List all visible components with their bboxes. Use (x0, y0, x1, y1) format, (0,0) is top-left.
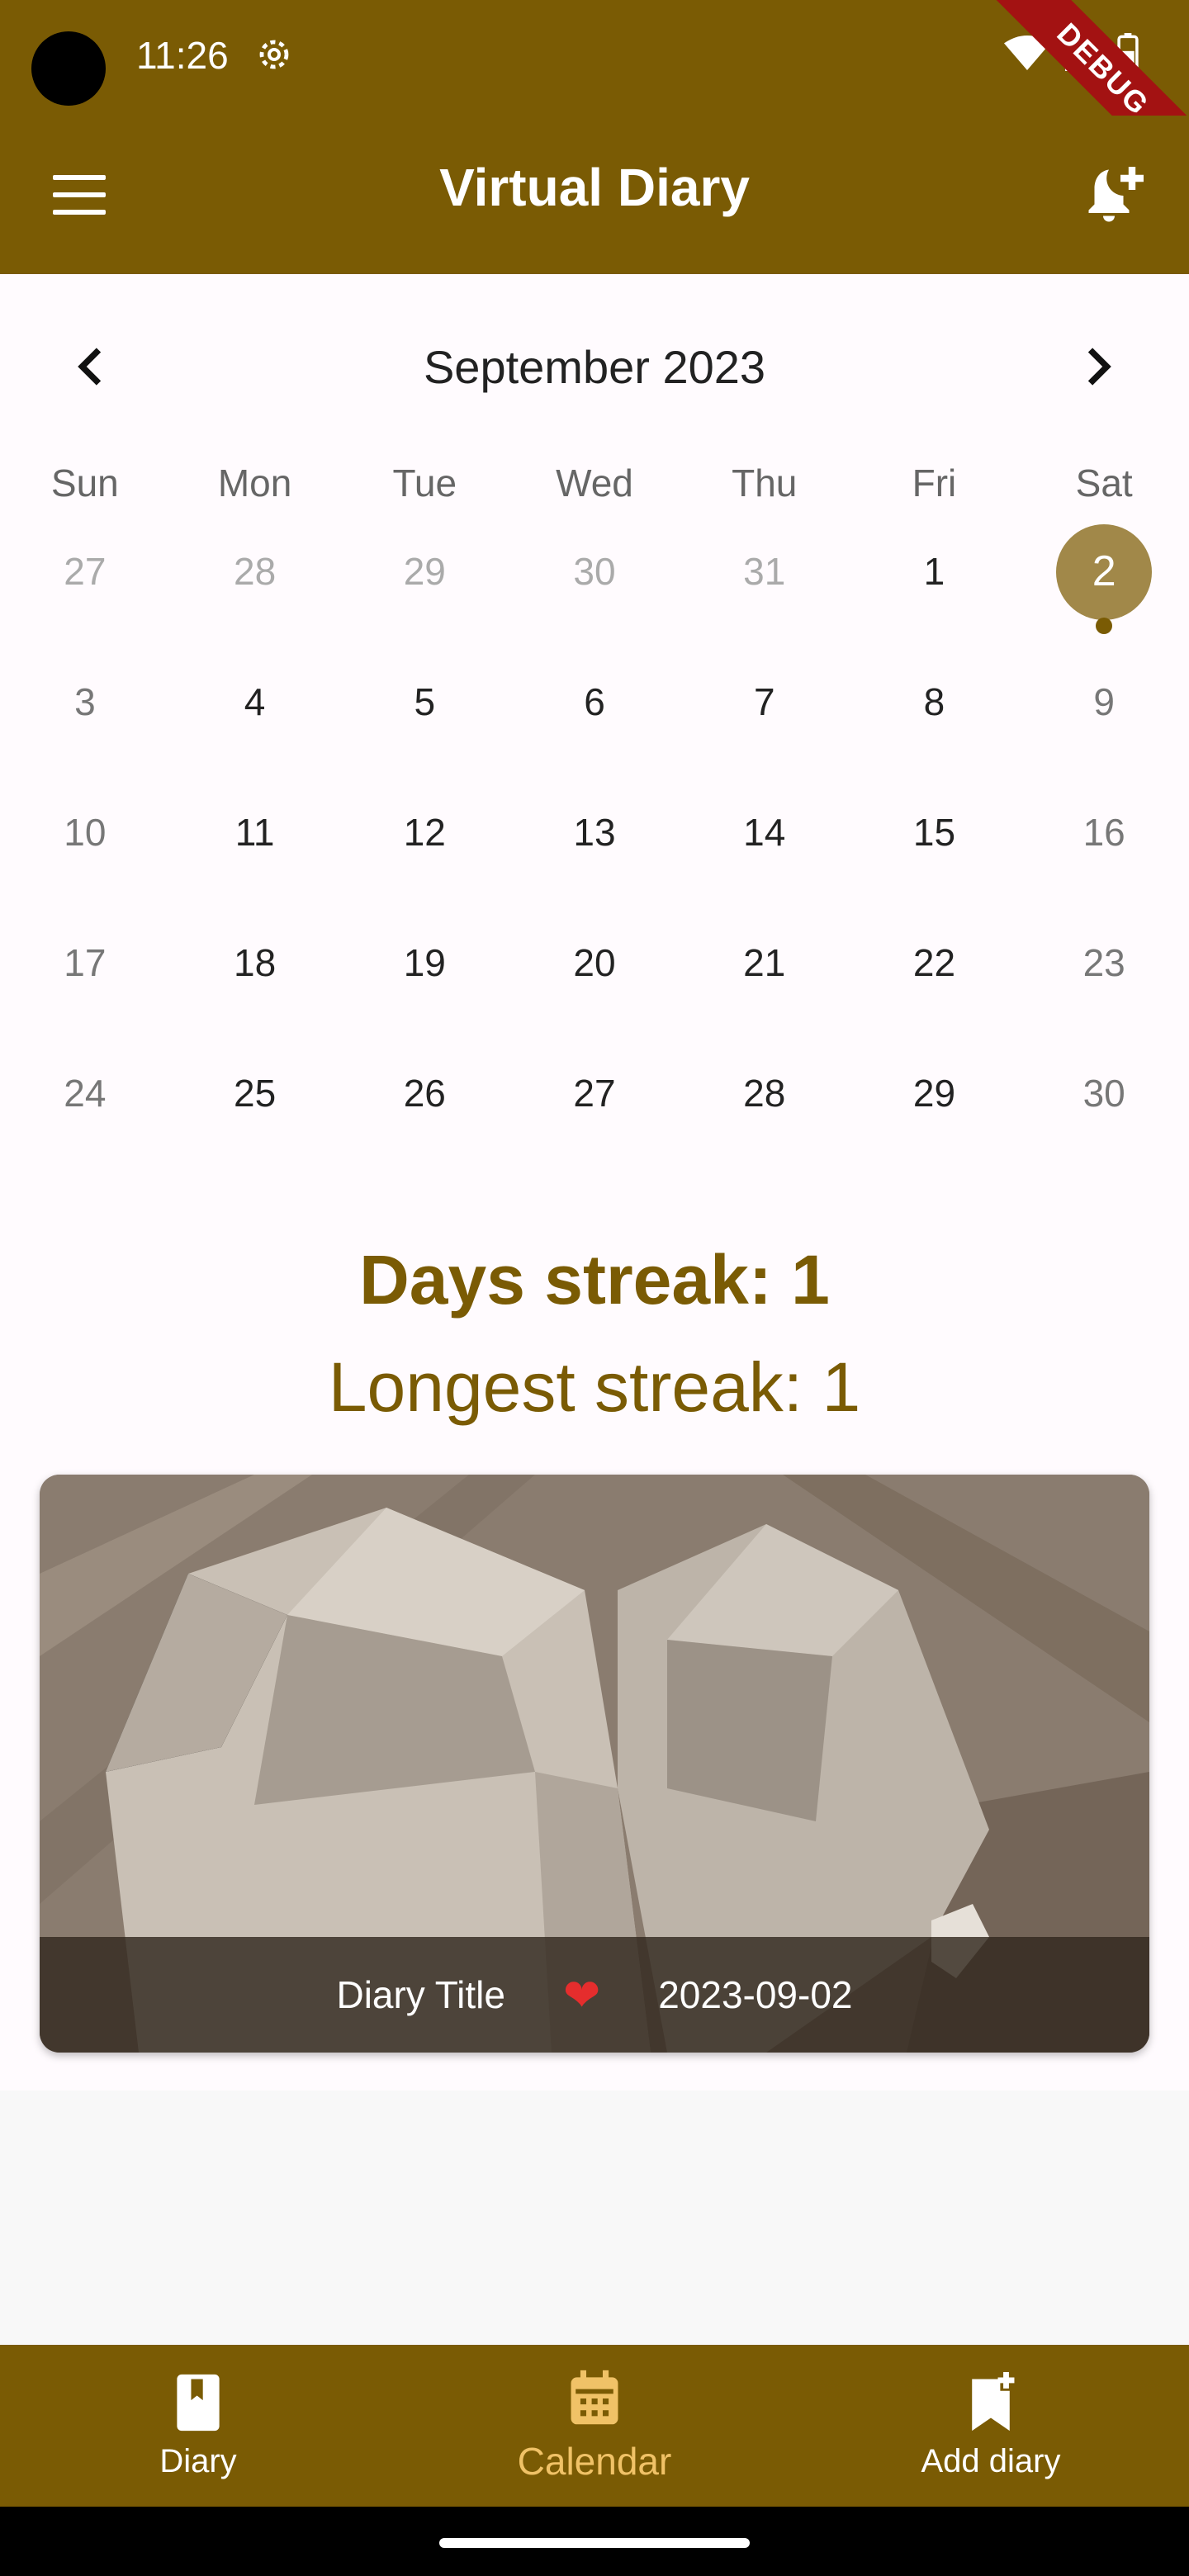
tab-calendar[interactable]: Calendar (396, 2345, 793, 2507)
camera-cutout (31, 31, 106, 106)
weekday-label: Thu (732, 462, 798, 504)
longest-streak: Longest streak: 1 (328, 1348, 861, 1426)
tab-add-diary-label: Add diary (921, 2442, 1061, 2479)
calendar-day[interactable]: 21 (680, 913, 850, 1012)
calendar-day[interactable]: 22 (850, 913, 1020, 1012)
weekday-label: Fri (912, 462, 957, 504)
bottom-navigation: Diary Calendar Add diary (0, 2345, 1189, 2507)
diary-entry-card[interactable]: Diary Title ❤ 2023-09-02 (40, 1475, 1149, 2053)
calendar-day[interactable]: 28 (680, 1044, 850, 1143)
days-streak: Days streak: 1 (359, 1241, 830, 1319)
calendar-day[interactable]: 19 (339, 913, 509, 1012)
calendar-day[interactable]: 10 (0, 783, 170, 882)
app-title: Virtual Diary (439, 158, 750, 217)
calendar-day[interactable]: 15 (850, 783, 1020, 882)
calendar-day[interactable]: 1 (850, 522, 1020, 621)
calendar-icon (571, 2370, 618, 2425)
weekday-label: Tue (392, 462, 457, 504)
weekday-label: Wed (556, 462, 633, 504)
calendar-day[interactable]: 29 (339, 522, 509, 621)
calendar-day[interactable]: 8 (850, 652, 1020, 751)
diary-entry-date: 2023-09-02 (658, 1973, 853, 2016)
tab-add-diary[interactable]: Add diary (793, 2345, 1189, 2507)
calendar-day[interactable]: 23 (1019, 913, 1189, 1012)
tab-diary-label: Diary (159, 2442, 237, 2479)
calendar-day[interactable]: 6 (509, 652, 680, 751)
calendar-week-5: 24 25 26 27 28 29 30 (0, 1044, 1189, 1143)
calendar-day[interactable]: 27 (509, 1044, 680, 1143)
calendar-day[interactable]: 9 (1019, 652, 1189, 751)
weekday-label: Mon (217, 462, 292, 504)
diary-entry-title: Diary Title (336, 1973, 505, 2016)
calendar-day[interactable]: 26 (339, 1044, 509, 1143)
add-notification-bell-icon[interactable] (1080, 161, 1149, 230)
selected-day-number: 2 (1092, 547, 1116, 595)
next-month-chevron-icon[interactable] (1072, 342, 1121, 391)
heart-icon: ❤ (562, 1970, 601, 2020)
calendar-day[interactable]: 30 (1019, 1044, 1189, 1143)
calendar-day[interactable]: 30 (509, 522, 680, 621)
calendar-day[interactable]: 18 (170, 913, 340, 1012)
calendar-day[interactable]: 11 (170, 783, 340, 882)
diary-entry-info-bar: Diary Title ❤ 2023-09-02 (40, 1937, 1149, 2053)
add-bookmark-icon (972, 2371, 1015, 2431)
calendar-day[interactable]: 13 (509, 783, 680, 882)
calendar-day[interactable]: 7 (680, 652, 850, 751)
calendar-week-2: 3 4 5 6 7 8 9 (0, 652, 1189, 751)
calendar-day-selected[interactable]: 2 (1019, 522, 1189, 634)
entry-marker-dot (1096, 618, 1113, 634)
calendar-day[interactable]: 29 (850, 1044, 1020, 1143)
calendar-day[interactable]: 17 (0, 913, 170, 1012)
calendar-day[interactable]: 24 (0, 1044, 170, 1143)
calendar-day[interactable]: 16 (1019, 783, 1189, 882)
weekday-label: Sun (50, 462, 119, 504)
calendar-page: September 2023 Sun Mon Tue Wed Thu Fri S… (0, 274, 1189, 2091)
calendar-day[interactable]: 31 (680, 522, 850, 621)
calendar-week-1: 27 28 29 30 31 1 2 (0, 522, 1189, 634)
tab-diary[interactable]: Diary (0, 2345, 396, 2507)
status-bar: 11:26 DEBUG (0, 0, 1189, 187)
calendar-day[interactable]: 4 (170, 652, 340, 751)
calendar-day[interactable]: 3 (0, 652, 170, 751)
calendar-day[interactable]: 12 (339, 783, 509, 882)
calendar-day[interactable]: 20 (509, 913, 680, 1012)
calendar-day[interactable]: 27 (0, 522, 170, 621)
system-navigation-bar (0, 2507, 1189, 2576)
calendar-day[interactable]: 14 (680, 783, 850, 882)
calendar-day[interactable]: 5 (339, 652, 509, 751)
diary-book-icon (177, 2374, 220, 2431)
settings-gear-icon (259, 40, 289, 69)
app-bar: Virtual Diary (0, 116, 1189, 274)
month-title: September 2023 (423, 341, 766, 393)
home-indicator[interactable] (439, 2538, 750, 2548)
status-time: 11:26 (136, 34, 229, 77)
weekday-header: Sun Mon Tue Wed Thu Fri Sat (0, 461, 1189, 505)
calendar-day[interactable]: 28 (170, 522, 340, 621)
calendar-week-4: 17 18 19 20 21 22 23 (0, 913, 1189, 1012)
tab-calendar-label: Calendar (517, 2440, 672, 2483)
calendar-week-3: 10 11 12 13 14 15 16 (0, 783, 1189, 882)
weekday-label: Sat (1075, 462, 1133, 504)
calendar-day[interactable]: 25 (170, 1044, 340, 1143)
